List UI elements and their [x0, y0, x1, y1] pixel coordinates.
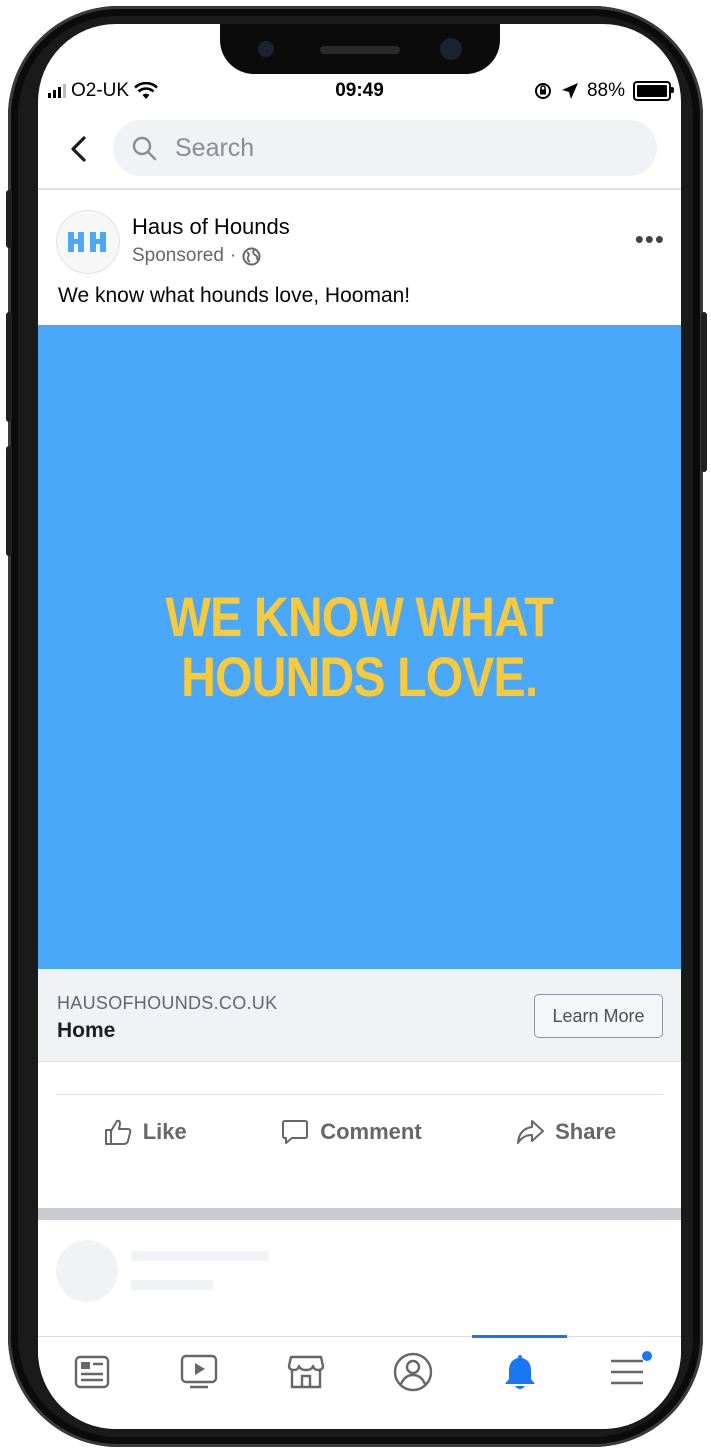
share-button[interactable]: Share: [515, 1107, 616, 1147]
status-right: 88%: [533, 80, 674, 102]
link-preview[interactable]: HAUSOFHOUNDS.CO.UK Home Learn More: [38, 969, 681, 1062]
meta-separator: ·: [229, 245, 237, 266]
tab-menu[interactable]: [573, 1337, 680, 1407]
creative-headline: WE KNOW WHAT HOUNDS LOVE.: [165, 585, 554, 708]
post-actions: Like Comment Share: [56, 1094, 663, 1159]
front-camera: [440, 38, 462, 60]
notification-dot: [642, 1351, 652, 1361]
tab-profile[interactable]: [359, 1337, 466, 1407]
post-header: Haus of Hounds Sponsored · •••: [38, 208, 681, 278]
comment-icon: [282, 1120, 309, 1144]
earpiece-speaker: [320, 46, 400, 54]
creative-headline-line2: HOUNDS LOVE.: [181, 645, 538, 708]
volume-up-button: [6, 312, 12, 422]
like-label: Like: [142, 1119, 187, 1144]
creative-headline-line1: WE KNOW WHAT: [165, 585, 554, 648]
phone-screen: O2-UK 09:49 88% Search Haus of Hounds Sp…: [38, 24, 681, 1429]
power-button: [701, 312, 707, 472]
search-input[interactable]: [173, 132, 577, 164]
share-icon: [517, 1120, 545, 1144]
loading-line-placeholder: [131, 1251, 269, 1261]
thumbs-up-icon: [104, 1119, 131, 1145]
globe-icon: [242, 247, 261, 265]
bell-icon: [504, 1355, 535, 1389]
tab-notifications[interactable]: [466, 1335, 573, 1407]
notch: [220, 24, 500, 74]
hamburger-menu-icon: [610, 1359, 643, 1385]
post-message: We know what hounds love, Hooman!: [58, 284, 411, 307]
battery-icon: [633, 81, 674, 101]
news-feed-icon: [74, 1355, 109, 1389]
comment-button[interactable]: Comment: [280, 1107, 422, 1147]
sensor: [258, 41, 274, 57]
search-bar[interactable]: [113, 120, 657, 176]
link-title: Home: [57, 1019, 116, 1042]
back-arrow-icon[interactable]: [64, 134, 94, 164]
like-button[interactable]: Like: [103, 1107, 187, 1147]
status-bar: O2-UK 09:49 88%: [38, 76, 681, 106]
loading-avatar-placeholder: [56, 1240, 118, 1302]
rotation-lock-icon: [534, 83, 551, 99]
battery-percent: 88%: [586, 80, 625, 101]
more-options-icon[interactable]: •••: [635, 226, 665, 252]
comment-label: Comment: [320, 1119, 422, 1144]
page-name[interactable]: Haus of Hounds: [132, 214, 290, 240]
search-icon: [132, 136, 157, 161]
feed-divider: [38, 1208, 681, 1220]
tab-marketplace[interactable]: [252, 1337, 359, 1407]
tab-watch[interactable]: [145, 1337, 252, 1407]
learn-more-button[interactable]: Learn More: [534, 994, 663, 1038]
page-avatar[interactable]: [56, 210, 120, 274]
post-meta: Sponsored ·: [132, 245, 261, 267]
loading-line-placeholder: [131, 1280, 213, 1290]
mute-switch: [6, 190, 12, 248]
share-label: Share: [555, 1119, 617, 1144]
ad-creative-image[interactable]: WE KNOW WHAT HOUNDS LOVE.: [38, 325, 681, 969]
watch-video-icon: [180, 1354, 217, 1389]
location-icon: [561, 83, 578, 99]
tab-news-feed[interactable]: [38, 1337, 145, 1407]
bottom-tab-bar: [38, 1335, 681, 1429]
sponsored-label[interactable]: Sponsored: [132, 245, 224, 267]
search-header: [38, 118, 681, 190]
link-domain: HAUSOFHOUNDS.CO.UK: [57, 993, 278, 1013]
haus-of-hounds-logo: [68, 232, 106, 252]
volume-down-button: [6, 446, 12, 556]
profile-icon: [393, 1352, 432, 1392]
marketplace-shop-icon: [287, 1355, 324, 1389]
